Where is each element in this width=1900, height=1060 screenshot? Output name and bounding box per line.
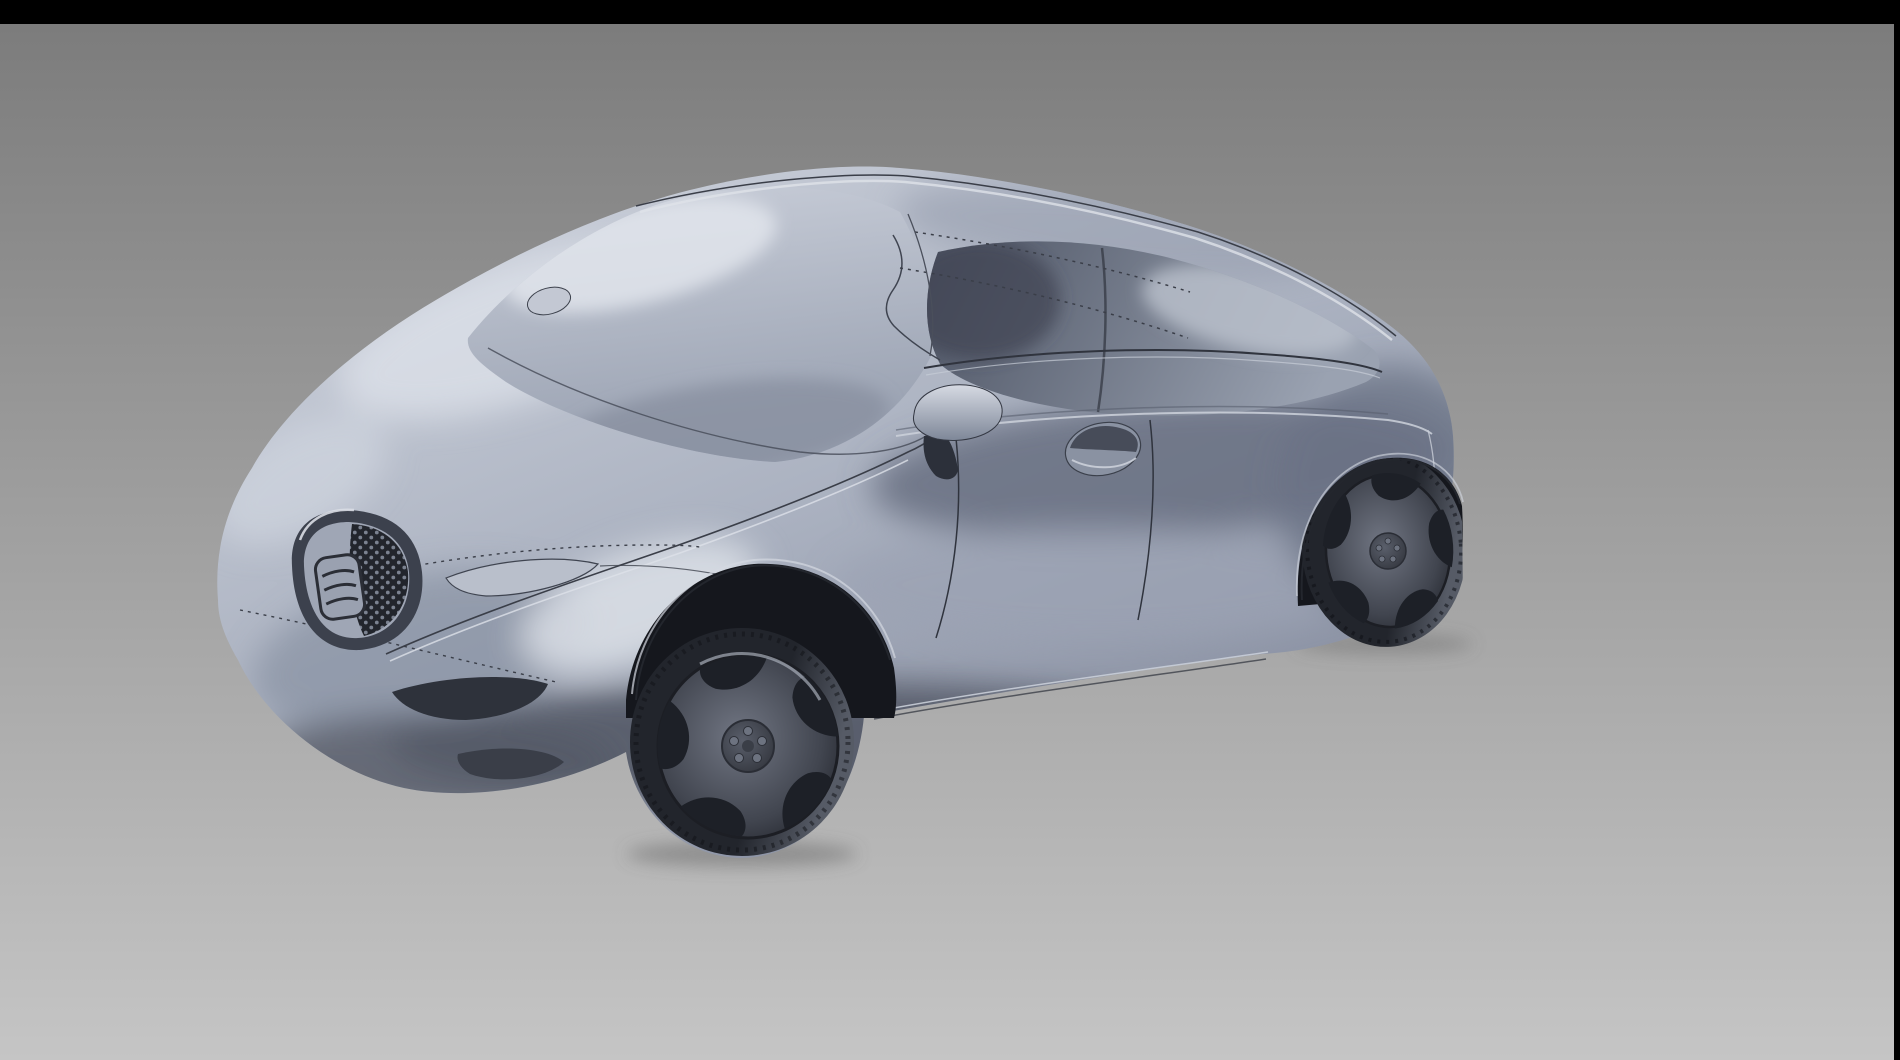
cad-render-canvas [0,0,1900,1060]
right-letterbox-bar [1894,24,1900,1060]
top-letterbox-bar [0,0,1900,24]
seat-badge [314,553,366,621]
front-center-cap [742,740,754,752]
screenshot-frame [0,0,1900,1060]
seat-badge-plate [314,553,366,621]
door-lower-light [835,527,1365,643]
